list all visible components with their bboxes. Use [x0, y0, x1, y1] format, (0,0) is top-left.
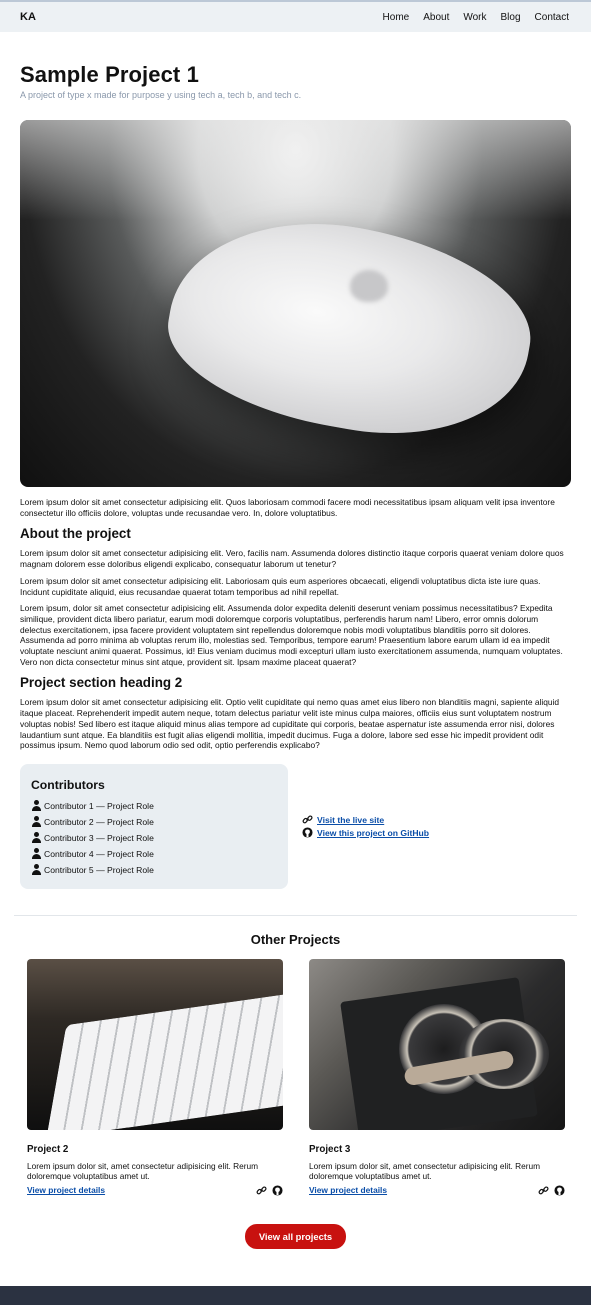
- card-icons: [256, 1185, 283, 1196]
- live-site-link[interactable]: Visit the live site: [317, 815, 384, 825]
- keyboard-shape: [46, 988, 283, 1130]
- section1-paragraph-2: Lorem ipsum dolor sit amet consectetur a…: [20, 575, 541, 597]
- contributor-label: Contributor 3 — Project Role: [44, 832, 154, 843]
- hero-glow: [20, 120, 571, 220]
- project-cards: Project 2 Lorem ipsum dolor sit, amet co…: [27, 958, 565, 1196]
- card-description: Lorem ipsum dolor sit, amet consectetur …: [309, 1160, 541, 1182]
- link-icon: [302, 815, 313, 824]
- project-card: Project 2 Lorem ipsum dolor sit, amet co…: [27, 958, 283, 1196]
- person-icon: [31, 816, 41, 827]
- person-icon: [31, 800, 41, 811]
- github-link[interactable]: View this project on GitHub: [317, 828, 429, 838]
- live-site-link-row: Visit the live site: [302, 814, 429, 825]
- section2-heading: Project section heading 2: [20, 675, 183, 691]
- site-footer: [0, 1286, 591, 1305]
- contributor-item: Contributor 2 — Project Role: [31, 814, 277, 830]
- github-icon: [302, 827, 313, 838]
- project-card: Project 3 Lorem ipsum dolor sit, amet co…: [309, 958, 565, 1196]
- person-icon: [31, 832, 41, 843]
- github-icon[interactable]: [554, 1185, 565, 1196]
- intro-paragraph: Lorem ipsum dolor sit amet consectetur a…: [20, 497, 555, 518]
- section1-heading: About the project: [20, 526, 131, 542]
- contributors-title: Contributors: [31, 777, 105, 792]
- card-title: Project 3: [309, 1143, 351, 1155]
- contributor-label: Contributor 5 — Project Role: [44, 864, 154, 875]
- nav-blog[interactable]: Blog: [501, 12, 521, 23]
- top-nav-bar: KA Home About Work Blog Contact: [0, 0, 591, 32]
- brand-logo[interactable]: KA: [20, 11, 36, 23]
- section1-paragraph-1: Lorem ipsum dolor sit amet consectetur a…: [20, 548, 564, 570]
- card-description: Lorem ipsum dolor sit, amet consectetur …: [27, 1160, 259, 1182]
- section-divider: [14, 914, 577, 916]
- contributor-label: Contributor 1 — Project Role: [44, 800, 154, 811]
- nav-about[interactable]: About: [423, 12, 449, 23]
- link-icon[interactable]: [538, 1185, 549, 1196]
- person-icon: [31, 864, 41, 875]
- mouse-shape: [155, 198, 545, 458]
- contributor-label: Contributor 4 — Project Role: [44, 848, 154, 859]
- project-links: Visit the live site View this project on…: [302, 814, 429, 838]
- section2-paragraph: Lorem ipsum dolor sit amet consectetur a…: [20, 697, 560, 751]
- other-projects-section: Other Projects Project 2 Lorem ipsum dol…: [0, 932, 591, 1249]
- github-icon[interactable]: [272, 1185, 283, 1196]
- card-icons: [538, 1185, 565, 1196]
- view-project-details-link[interactable]: View project details: [309, 1185, 387, 1195]
- section1-paragraph-3: Lorem ipsum, dolor sit amet consectetur …: [20, 603, 563, 667]
- card-footer: View project details: [309, 1185, 565, 1196]
- page-subtitle: A project of type x made for purpose y u…: [20, 90, 302, 100]
- main-nav: Home About Work Blog Contact: [383, 12, 571, 23]
- other-projects-title: Other Projects: [250, 931, 341, 947]
- nav-work[interactable]: Work: [463, 12, 486, 23]
- github-link-row: View this project on GitHub: [302, 827, 429, 838]
- view-all-projects-button[interactable]: View all projects: [244, 1223, 347, 1249]
- page-title: Sample Project 1: [20, 62, 199, 87]
- view-project-details-link[interactable]: View project details: [27, 1185, 105, 1195]
- contributor-item: Contributor 3 — Project Role: [31, 830, 277, 846]
- apple-logo: [350, 270, 388, 302]
- contributor-label: Contributor 2 — Project Role: [44, 816, 154, 827]
- hero-image-mouse: [20, 120, 571, 487]
- headphones-thumbnail[interactable]: [309, 958, 565, 1130]
- contributors-card: Contributors Contributor 1 — Project Rol…: [20, 763, 288, 889]
- contributors-and-links: Contributors Contributor 1 — Project Rol…: [20, 763, 571, 889]
- contributor-item: Contributor 4 — Project Role: [31, 846, 277, 862]
- nav-contact[interactable]: Contact: [535, 12, 569, 23]
- link-icon[interactable]: [256, 1185, 267, 1196]
- nav-home[interactable]: Home: [383, 12, 410, 23]
- contributor-item: Contributor 5 — Project Role: [31, 862, 277, 878]
- keyboard-thumbnail[interactable]: [27, 958, 283, 1130]
- card-footer: View project details: [27, 1185, 283, 1196]
- person-icon: [31, 848, 41, 859]
- view-all-wrap: View all projects: [0, 1223, 591, 1249]
- contributor-item: Contributor 1 — Project Role: [31, 798, 277, 814]
- project-main: Sample Project 1 A project of type x mad…: [0, 62, 591, 889]
- card-title: Project 2: [27, 1143, 69, 1155]
